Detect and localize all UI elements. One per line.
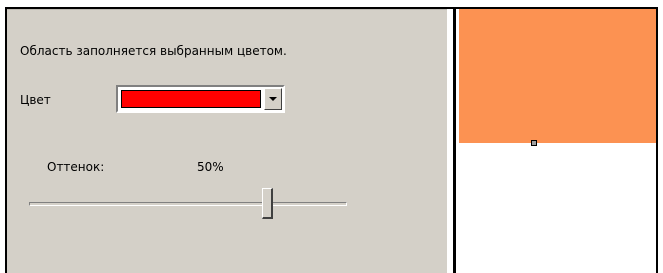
filled-shape[interactable] — [459, 9, 656, 143]
panel-splitter[interactable] — [447, 9, 459, 273]
fill-options-panel: Область заполняется выбранным цветом. Цв… — [7, 9, 447, 273]
shade-slider-thumb[interactable] — [262, 188, 273, 219]
fill-description: Область заполняется выбранным цветом. — [20, 44, 287, 58]
color-label: Цвет — [20, 93, 51, 107]
shade-slider-track[interactable] — [29, 202, 347, 206]
preview-canvas — [459, 9, 656, 273]
selected-color-swatch[interactable] — [121, 90, 261, 108]
shade-slider[interactable] — [22, 185, 352, 225]
shade-label: Оттенок: — [47, 160, 105, 174]
color-picker-combo[interactable] — [116, 85, 285, 113]
shade-value: 50% — [197, 160, 224, 174]
chevron-down-icon — [269, 97, 277, 101]
panel-top-border — [7, 9, 447, 10]
resize-handle[interactable] — [531, 140, 537, 146]
color-dropdown-button[interactable] — [264, 88, 282, 110]
splitter-line — [453, 9, 456, 273]
